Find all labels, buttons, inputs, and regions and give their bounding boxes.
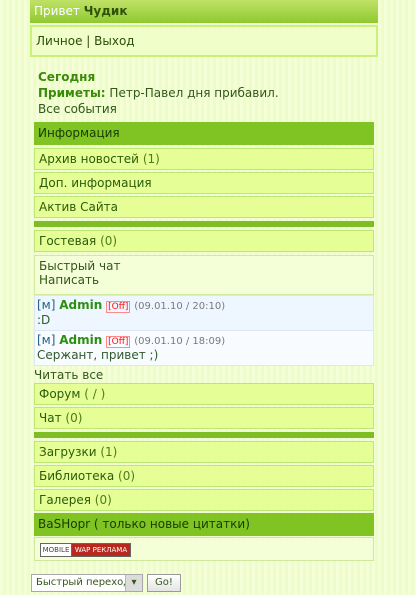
- forum-link[interactable]: Форум ( / ): [34, 383, 374, 405]
- omens-label: Приметы:: [38, 86, 106, 100]
- message-author[interactable]: Admin: [59, 333, 102, 347]
- archive-news-label: Архив новостей: [39, 152, 139, 166]
- dropdown-arrow-icon[interactable]: ▾: [125, 575, 142, 591]
- archive-news-count: (1): [142, 152, 160, 166]
- message-text: Сержант, привет ;): [37, 348, 159, 362]
- message-date: (09.01.10 / 18:09): [134, 336, 226, 347]
- logout-link[interactable]: Выход: [94, 34, 134, 48]
- downloads-count: (1): [100, 445, 118, 459]
- message-tag[interactable]: [м]: [37, 298, 55, 312]
- chat-label: Чат: [39, 411, 62, 425]
- active-site-link[interactable]: Актив Сайта: [34, 196, 374, 218]
- library-count: (0): [118, 469, 136, 483]
- active-site-label: Актив Сайта: [39, 200, 119, 214]
- message-text: :D: [37, 313, 51, 327]
- wap-ad-logo: WAP РЕКЛАМА: [71, 543, 131, 557]
- message-author[interactable]: Admin: [59, 298, 102, 312]
- ad-banner[interactable]: MOBILE WAP РЕКЛАМА: [34, 537, 374, 561]
- chat-message: [м] Admin [Off] (09.01.10 / 18:09) Сержа…: [34, 330, 374, 366]
- gallery-label: Галерея: [39, 493, 91, 507]
- quick-chat-box: Быстрый чат Написать: [34, 255, 374, 295]
- extra-info-label: Доп. информация: [39, 176, 152, 190]
- gallery-link[interactable]: Галерея (0): [34, 489, 374, 511]
- quick-nav-bar: Быстрый переход ▾ Go!: [31, 574, 391, 593]
- go-button[interactable]: Go!: [147, 574, 181, 592]
- message-tag[interactable]: [м]: [37, 333, 55, 347]
- downloads-label: Загрузки: [39, 445, 97, 459]
- read-all-link[interactable]: Читать все: [34, 368, 103, 382]
- personal-link[interactable]: Личное: [36, 34, 82, 48]
- offline-badge: [Off]: [106, 301, 131, 313]
- quick-nav-select[interactable]: Быстрый переход ▾: [31, 574, 143, 592]
- chat-count: (0): [65, 411, 83, 425]
- archive-news-link[interactable]: Архив новостей (1): [34, 148, 374, 170]
- greeting-text: Привет: [34, 4, 80, 18]
- message-date: (09.01.10 / 20:10): [134, 301, 226, 312]
- section-divider: [34, 221, 374, 227]
- guestbook-count: (0): [100, 234, 118, 248]
- write-link[interactable]: Написать: [39, 273, 369, 287]
- quick-nav-label: Быстрый переход: [36, 577, 131, 588]
- guestbook-link[interactable]: Гостевая (0): [34, 230, 374, 252]
- user-menu: Личное | Выход: [30, 25, 378, 57]
- info-section-header: Информация: [34, 122, 374, 145]
- all-events-link[interactable]: Все события: [38, 102, 117, 116]
- page: Привет Чудик Личное | Выход Сегодня Прим…: [0, 0, 416, 595]
- today-title: Сегодня: [38, 70, 96, 84]
- gallery-count: (0): [94, 493, 112, 507]
- user-menu-separator: |: [82, 34, 95, 48]
- chat-message: [м] Admin [Off] (09.01.10 / 20:10) :D: [34, 295, 374, 331]
- bashorg-header[interactable]: BaSHopr ( только новые цитатки): [34, 513, 374, 536]
- forum-label: Форум: [39, 387, 81, 401]
- omens-row: Приметы: Петр-Павел дня прибавил.: [38, 86, 279, 100]
- forum-count: ( / ): [84, 387, 106, 401]
- quick-chat-title: Быстрый чат: [39, 259, 121, 273]
- omens-text: Петр-Павел дня прибавил.: [109, 86, 279, 100]
- chat-link[interactable]: Чат (0): [34, 407, 374, 429]
- offline-badge: [Off]: [106, 336, 131, 348]
- library-label: Библиотека: [39, 469, 115, 483]
- guestbook-label: Гостевая: [39, 234, 97, 248]
- section-divider: [34, 432, 374, 438]
- library-link[interactable]: Библиотека (0): [34, 465, 374, 487]
- username-text: Чудик: [83, 4, 128, 18]
- extra-info-link[interactable]: Доп. информация: [34, 172, 374, 194]
- mobile-logo: MOBILE: [40, 543, 72, 557]
- top-bar: Привет Чудик: [30, 0, 378, 23]
- downloads-link[interactable]: Загрузки (1): [34, 441, 374, 463]
